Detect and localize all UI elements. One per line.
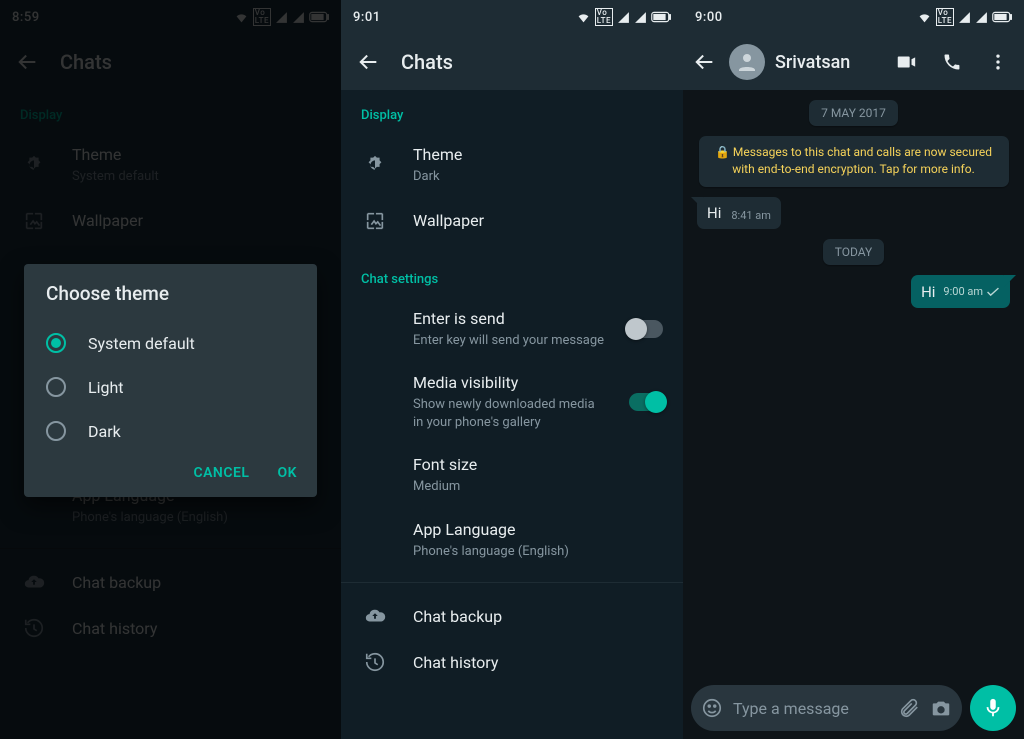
page-title: Chats (401, 50, 453, 74)
input-placeholder: Type a message (733, 699, 888, 718)
theme-value: Dark (413, 168, 663, 186)
incoming-message[interactable]: Hi 8:41 am (697, 197, 781, 229)
video-call-icon[interactable] (888, 44, 924, 80)
mic-button[interactable] (970, 685, 1016, 731)
date-separator: 7 MAY 2017 (809, 100, 898, 126)
setting-media-visibility[interactable]: Media visibility Show newly downloaded me… (341, 361, 683, 443)
theme-option-system-default[interactable]: System default (24, 321, 317, 365)
message-time: 8:41 am (731, 209, 771, 222)
option-label: Dark (88, 422, 121, 441)
encryption-text: Messages to this chat and calls are now … (732, 145, 992, 176)
signal-icon-2 (634, 11, 647, 24)
option-label: Light (88, 378, 124, 397)
status-bar: 9:01 VoLTE (341, 0, 683, 34)
section-display: Display (341, 90, 683, 133)
media-label: Media visibility (413, 373, 605, 392)
messages-area[interactable]: 7 MAY 2017 🔒 Messages to this chat and c… (683, 90, 1024, 677)
message-text: Hi (921, 283, 935, 301)
status-icons: VoLTE (917, 8, 1012, 26)
applang-label: App Language (413, 520, 663, 539)
wifi-icon (576, 11, 591, 24)
signal-icon-2 (975, 11, 988, 24)
media-toggle[interactable] (629, 393, 663, 411)
ok-button[interactable]: OK (277, 465, 297, 481)
more-icon[interactable] (980, 44, 1016, 80)
message-text: Hi (707, 204, 721, 222)
enter-toggle[interactable] (629, 320, 663, 338)
encryption-notice[interactable]: 🔒 Messages to this chat and calls are no… (699, 136, 1009, 187)
font-label: Font size (413, 455, 663, 474)
status-bar: 9:00 VoLTE (683, 0, 1024, 34)
dialog-title: Choose theme (24, 282, 317, 321)
message-time: 9:00 am (943, 285, 983, 298)
emoji-icon[interactable] (701, 697, 723, 719)
setting-chat-history[interactable]: Chat history (341, 639, 683, 685)
voice-call-icon[interactable] (934, 44, 970, 80)
setting-font-size[interactable]: Font size Medium (341, 443, 683, 508)
sent-check-icon (986, 282, 1000, 301)
setting-theme[interactable]: Theme Dark (341, 133, 683, 198)
theme-option-dark[interactable]: Dark (24, 409, 317, 453)
radio-icon (46, 377, 66, 397)
theme-label: Theme (413, 145, 663, 164)
radio-icon (46, 333, 66, 353)
radio-icon (46, 421, 66, 441)
chat-app-bar: Srivatsan (683, 34, 1024, 90)
setting-enter-is-send[interactable]: Enter is send Enter key will send your me… (341, 297, 683, 362)
camera-icon[interactable] (930, 697, 952, 719)
enter-label: Enter is send (413, 309, 605, 328)
composer: Type a message (683, 677, 1024, 739)
app-bar: Chats (341, 34, 683, 90)
battery-icon (651, 11, 671, 23)
avatar[interactable] (729, 44, 765, 80)
font-value: Medium (413, 478, 663, 496)
wallpaper-label: Wallpaper (413, 211, 663, 230)
screen-theme-dialog: 8:59 VoLTE Chats Display ThemeSystem def… (0, 0, 341, 739)
screen-chat-settings: 9:01 VoLTE Chats Display Theme Dark Wallp… (341, 0, 683, 739)
signal-icon (958, 11, 971, 24)
volte-icon: VoLTE (936, 8, 954, 26)
history-icon (361, 651, 389, 673)
wallpaper-icon (361, 210, 389, 232)
enter-sub: Enter key will send your message (413, 332, 605, 350)
option-label: System default (88, 334, 195, 353)
screen-conversation: 9:00 VoLTE Srivatsan 7 MAY 2017 🔒 Messag… (683, 0, 1024, 739)
date-separator: TODAY (823, 239, 885, 265)
back-icon[interactable] (691, 44, 719, 80)
theme-option-light[interactable]: Light (24, 365, 317, 409)
contact-name[interactable]: Srivatsan (775, 52, 878, 73)
clock: 9:01 (353, 10, 381, 25)
battery-icon (992, 11, 1012, 23)
theme-dialog: Choose theme System default Light Dark C… (24, 264, 317, 497)
attach-icon[interactable] (898, 697, 920, 719)
volte-icon: VoLTE (595, 8, 613, 26)
outgoing-message[interactable]: Hi 9:00 am (911, 275, 1010, 308)
signal-icon (617, 11, 630, 24)
cloud-upload-icon (361, 605, 389, 627)
media-sub: Show newly downloaded media in your phon… (413, 396, 605, 431)
cancel-button[interactable]: CANCEL (193, 465, 249, 481)
history-label: Chat history (413, 653, 663, 672)
applang-value: Phone's language (English) (413, 543, 663, 561)
status-icons: VoLTE (576, 8, 671, 26)
clock: 9:00 (695, 10, 723, 25)
section-chat-settings: Chat settings (341, 244, 683, 297)
setting-wallpaper[interactable]: Wallpaper (341, 198, 683, 244)
back-icon[interactable] (351, 44, 387, 80)
setting-chat-backup[interactable]: Chat backup (341, 593, 683, 639)
brightness-icon (361, 154, 389, 176)
backup-label: Chat backup (413, 607, 663, 626)
setting-app-language[interactable]: App Language Phone's language (English) (341, 508, 683, 573)
message-input[interactable]: Type a message (691, 685, 962, 731)
lock-icon: 🔒 (715, 145, 730, 159)
wifi-icon (917, 11, 932, 24)
